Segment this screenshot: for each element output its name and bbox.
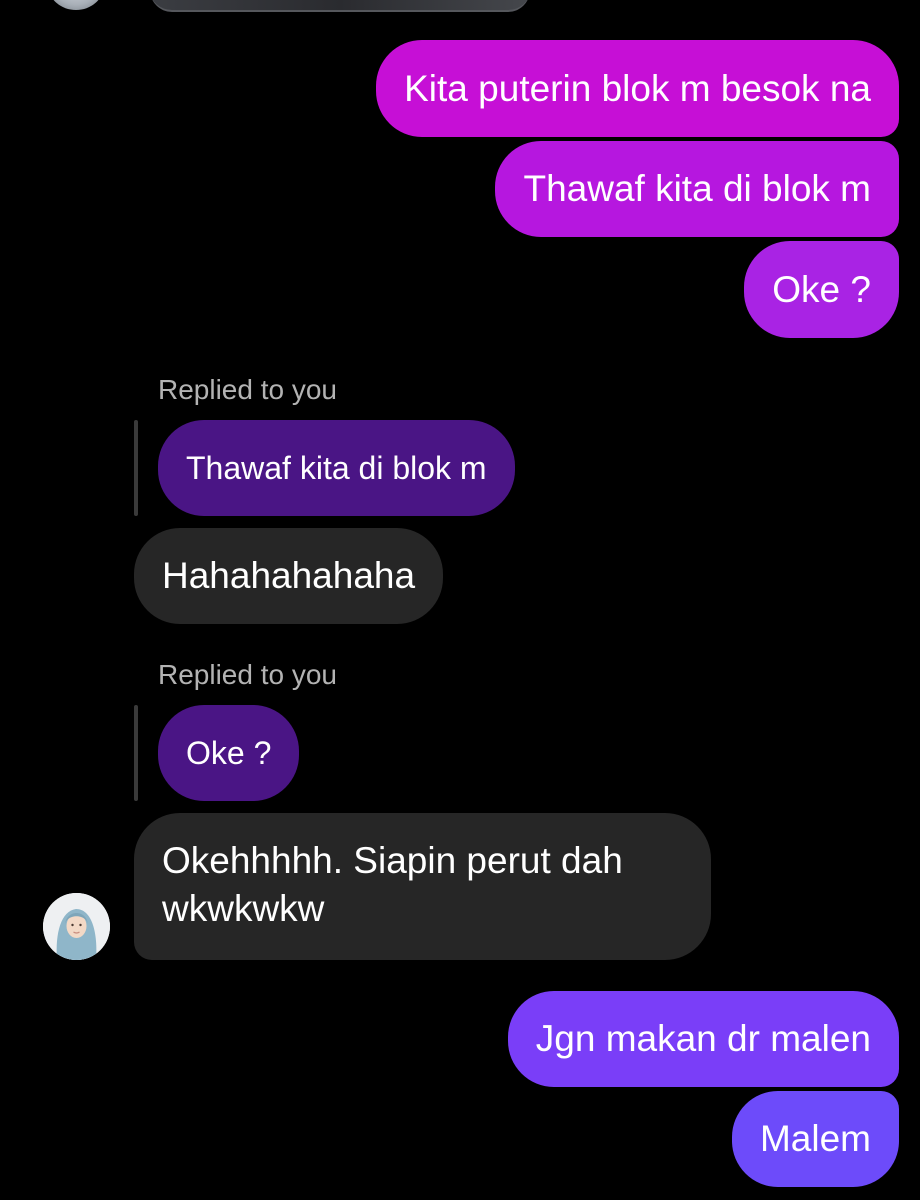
quoted-message[interactable]: Oke ? <box>158 705 300 801</box>
avatar-icon[interactable] <box>43 893 110 960</box>
outgoing-message[interactable]: Oke ? <box>744 241 899 338</box>
incoming-message[interactable]: Okehhhhh. Siapin perut dah wkwkwkw <box>134 813 711 960</box>
previous-media-message[interactable] <box>150 0 530 12</box>
outgoing-message[interactable]: Jgn makan dr malen <box>507 991 899 1087</box>
incoming-message[interactable]: Hahahahahaha <box>134 528 444 624</box>
reply-indicator-bar <box>134 705 138 801</box>
avatar-image <box>43 893 110 960</box>
reply-label: Replied to you <box>158 374 338 405</box>
outgoing-message[interactable]: Malem <box>731 1091 899 1187</box>
previous-avatar <box>48 0 104 10</box>
quoted-message[interactable]: Thawaf kita di blok m <box>158 420 515 516</box>
outgoing-message[interactable]: Thawaf kita di blok m <box>495 141 899 237</box>
outgoing-message[interactable]: Kita puterin blok m besok na <box>376 40 899 137</box>
reply-label: Replied to you <box>158 659 338 690</box>
reply-indicator-bar <box>134 420 138 516</box>
